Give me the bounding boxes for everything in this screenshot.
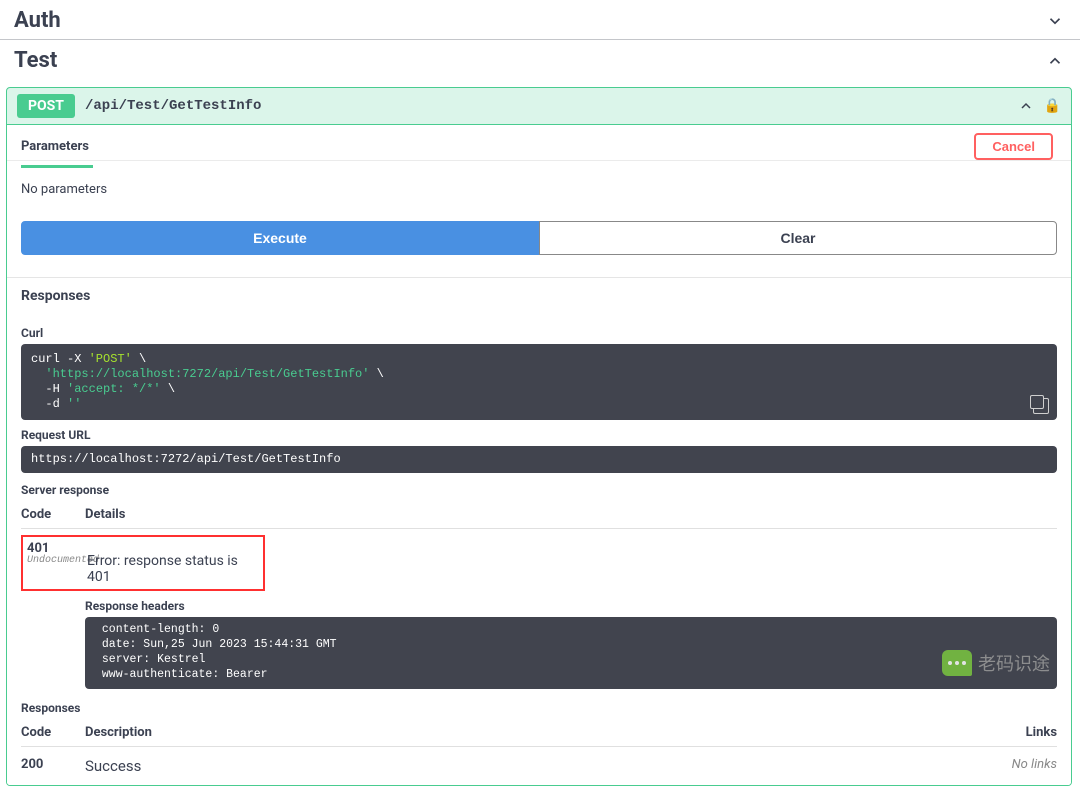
- curl-codeblock: curl -X 'POST' \ 'https://localhost:7272…: [21, 344, 1057, 420]
- curl-label: Curl: [21, 326, 1057, 340]
- section-title-auth: Auth: [14, 8, 61, 33]
- opblock-post: POST /api/Test/GetTestInfo 🔒 Parameters …: [6, 87, 1072, 786]
- error-message: Error: response status is 401: [87, 541, 259, 585]
- lock-icon[interactable]: 🔒: [1044, 98, 1061, 114]
- links-header: Links: [987, 725, 1057, 740]
- no-links-text: No links: [987, 757, 1057, 775]
- chevron-down-icon: [1046, 12, 1064, 30]
- endpoint-summary[interactable]: POST /api/Test/GetTestInfo 🔒: [7, 88, 1071, 125]
- request-url-label: Request URL: [21, 428, 1057, 442]
- endpoint-path: /api/Test/GetTestInfo: [85, 98, 1018, 114]
- tabs-row: Parameters Cancel: [7, 125, 1071, 161]
- clear-button[interactable]: Clear: [539, 221, 1057, 255]
- section-header-auth[interactable]: Auth: [0, 0, 1080, 40]
- response-row-200: 200 Success No links: [21, 747, 1057, 775]
- response-code: 401: [27, 541, 87, 556]
- no-parameters-text: No parameters: [7, 168, 1071, 203]
- code-header: Code: [21, 507, 85, 522]
- description-header: Description: [85, 725, 987, 740]
- responses2-heading: Responses: [21, 701, 1057, 715]
- section-header-test[interactable]: Test: [0, 40, 1080, 79]
- watermark-text: 老码识途: [978, 650, 1050, 676]
- details-header: Details: [85, 507, 1057, 522]
- response-headers-box: content-length: 0 date: Sun,25 Jun 2023 …: [85, 617, 1057, 689]
- cancel-button[interactable]: Cancel: [974, 133, 1053, 160]
- code-header-2: Code: [21, 725, 85, 740]
- server-response-table-head: Code Details: [21, 501, 1057, 529]
- undocumented-label: Undocumented: [27, 556, 87, 566]
- watermark: 老码识途: [942, 650, 1050, 676]
- copy-icon[interactable]: [1033, 398, 1049, 414]
- request-url-box: https://localhost:7272/api/Test/GetTestI…: [21, 446, 1057, 473]
- tab-underline: [21, 165, 93, 168]
- server-response-label: Server response: [21, 483, 1057, 497]
- section-title-test: Test: [14, 48, 57, 73]
- chevron-up-icon: [1046, 52, 1064, 70]
- responses-area: Curl curl -X 'POST' \ 'https://localhost…: [7, 314, 1071, 785]
- responses2-table-head: Code Description Links: [21, 719, 1057, 747]
- responses-heading: Responses: [7, 277, 1071, 314]
- execute-button[interactable]: Execute: [21, 221, 539, 255]
- response-code-200: 200: [21, 757, 85, 775]
- response-headers-label: Response headers: [85, 599, 1057, 613]
- method-badge: POST: [17, 94, 75, 118]
- wechat-icon: [942, 650, 972, 676]
- response-desc-200: Success: [85, 757, 987, 775]
- tab-parameters[interactable]: Parameters: [21, 139, 89, 154]
- chevron-up-icon[interactable]: [1018, 98, 1034, 114]
- highlighted-response-row: 401 Undocumented Error: response status …: [21, 535, 265, 591]
